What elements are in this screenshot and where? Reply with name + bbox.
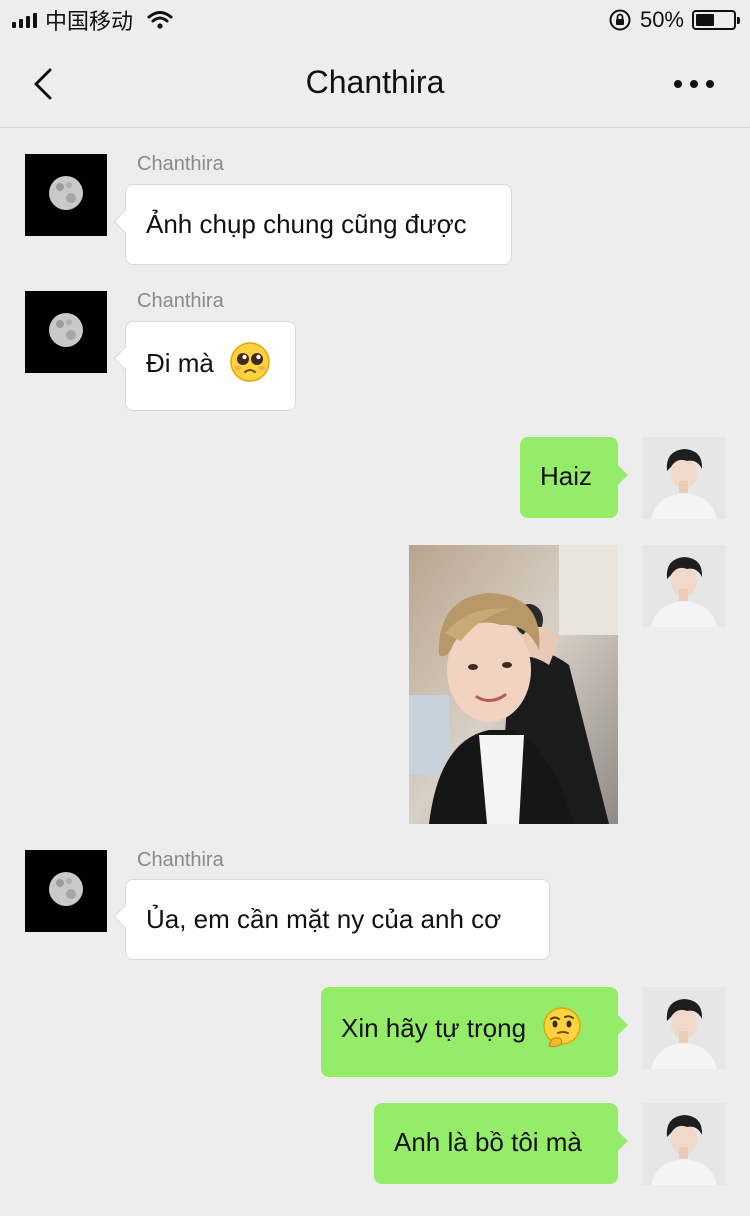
my-avatar[interactable] — [643, 437, 725, 519]
message-bubble[interactable]: Ủa, em cần mặt ny của anh cơ — [125, 879, 550, 960]
selfie-photo — [409, 545, 618, 824]
my-avatar[interactable] — [643, 545, 725, 627]
message-text: Xin hãy tự trọng — [341, 1012, 527, 1043]
contact-avatar[interactable] — [25, 850, 107, 932]
profile-photo-icon — [643, 987, 725, 1069]
message-bubble[interactable]: Ảnh chụp chung cũng được — [125, 184, 512, 265]
my-avatar[interactable] — [643, 987, 725, 1069]
pleading-face-icon — [230, 342, 270, 382]
message-bubble[interactable]: Anh là bồ tôi mà — [374, 1103, 618, 1184]
message-bubble[interactable]: Xin hãy tự trọng — [321, 987, 618, 1077]
thinking-face-icon — [543, 1007, 582, 1048]
message-text: Ủa, em cần mặt ny của anh cơ — [146, 904, 502, 934]
sender-name: Chanthira — [137, 290, 224, 312]
signal-icon — [12, 12, 37, 28]
message-text: Ảnh chụp chung cũng được — [146, 209, 467, 239]
moon-icon — [25, 850, 107, 932]
moon-icon — [25, 291, 107, 373]
sender-name: Chanthira — [137, 849, 224, 871]
moon-icon — [25, 154, 107, 236]
chat-header: Chanthira — [0, 40, 750, 128]
sender-name: Chanthira — [137, 153, 224, 175]
shared-photo[interactable] — [409, 545, 618, 824]
profile-photo-icon — [643, 1103, 725, 1185]
battery-icon — [692, 10, 740, 30]
more-dots-icon — [674, 80, 682, 88]
status-bar: 中国移动 50% — [0, 0, 750, 40]
battery-percent: 50% — [639, 7, 684, 32]
message-text: Anh là bồ tôi mà — [394, 1127, 582, 1157]
chat-title: Chanthira — [305, 64, 445, 100]
carrier-name: 中国移动 — [45, 9, 134, 34]
message-bubble[interactable]: Đi mà — [125, 321, 296, 411]
contact-avatar[interactable] — [25, 154, 107, 236]
my-avatar[interactable] — [643, 1103, 725, 1185]
message-text: Haiz — [540, 461, 593, 491]
profile-photo-icon — [643, 437, 725, 519]
contact-avatar[interactable] — [25, 291, 107, 373]
profile-photo-icon — [643, 545, 725, 627]
more-options-button[interactable] — [674, 72, 714, 96]
message-text: Đi mà — [146, 347, 214, 378]
rotation-lock-icon — [609, 9, 631, 31]
wifi-icon — [147, 11, 173, 29]
message-list[interactable]: Chanthira Ảnh chụp chung cũng được Chant… — [0, 129, 750, 1216]
message-bubble[interactable]: Haiz — [520, 437, 618, 518]
